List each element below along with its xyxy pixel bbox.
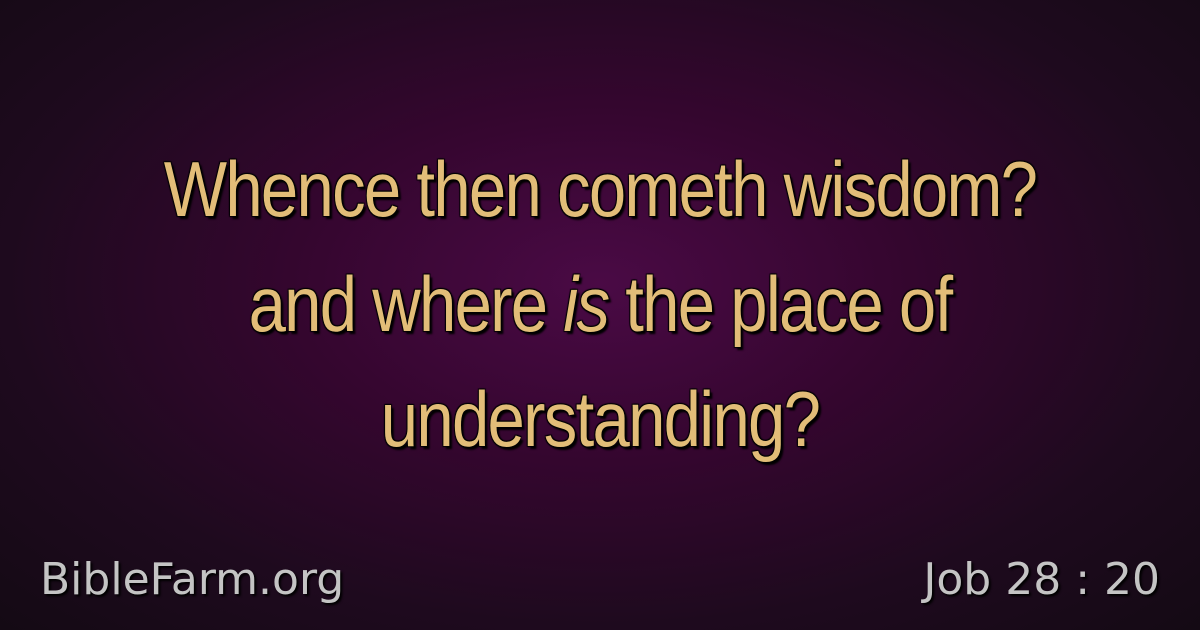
verse-line-2: and where is the place of — [136, 247, 1065, 362]
verse-card: Whence then cometh wisdom? and where is … — [0, 0, 1200, 630]
verse-reference: Job 28 : 20 — [923, 554, 1160, 605]
verse-text: Whence then cometh wisdom? and where is … — [136, 132, 1065, 477]
verse-line-1: Whence then cometh wisdom? — [163, 145, 1038, 233]
verse-line-2-end: the place of — [608, 260, 953, 348]
site-name: BibleFarm.org — [40, 554, 345, 605]
verse-line-3: understanding? — [380, 375, 821, 463]
verse-line-2-start: and where — [248, 260, 564, 348]
verse-italic-word: is — [563, 260, 610, 348]
